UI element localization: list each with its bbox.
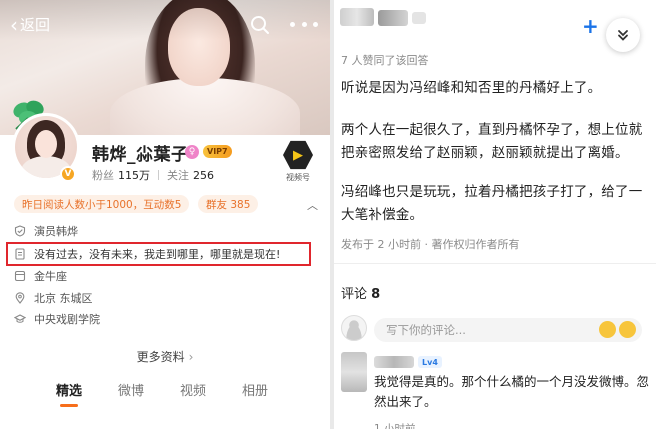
verified-badge-icon: V: [60, 166, 76, 182]
info-item-bio-highlighted: 没有过去，没有未来，我走到哪里，哪里就是现在!: [6, 241, 311, 266]
tab-album[interactable]: 相册: [224, 380, 286, 410]
location-pin-icon: [15, 292, 25, 304]
profile-tags-row: 昨日阅读人数小于1000，互动数5 群友 385 ︿: [14, 195, 319, 213]
comment-text: 我觉得是真的。那个什么橘的一个月没发微博。忽然出来了。: [374, 374, 650, 409]
redacted-commenter-name: [374, 356, 414, 368]
follow-label: 关注: [167, 169, 189, 182]
video-channel-label: 视频号: [286, 173, 310, 182]
answer-paragraph: 听说是因为冯绍峰和知否里的丹橘好上了。: [341, 80, 602, 96]
chevron-double-down-icon: [618, 30, 628, 41]
info-item-identity: 演员韩烨: [14, 220, 319, 242]
stats-divider: [158, 170, 159, 180]
redacted-avatar: [340, 8, 374, 26]
chevron-up-icon[interactable]: ︿: [307, 197, 318, 213]
redacted-username: [412, 12, 426, 24]
comments-count: 8: [371, 287, 381, 302]
user-level-badge: Lv4: [418, 356, 442, 368]
publish-info: 发布于 2 小时前 · 著作权归作者所有: [341, 238, 520, 251]
reader-notice-tag[interactable]: 昨日阅读人数小于1000，互动数5: [14, 195, 190, 213]
info-item-education: 中央戏剧学院: [14, 309, 319, 331]
info-item-text: 中央戏剧学院: [34, 313, 100, 327]
education-cap-icon: [14, 314, 26, 324]
info-item-constellation: 金牛座: [14, 266, 319, 288]
video-channel-icon: ▶: [283, 140, 313, 170]
chevron-left-icon: ‹: [10, 12, 18, 37]
vip-badge[interactable]: VIP7: [203, 145, 232, 158]
tab-featured[interactable]: 精选: [38, 380, 100, 410]
answer-panel: + 7 人赞同了该回答 听说是因为冯绍峰和知否里的丹橘好上了。 两个人在一起很久…: [334, 0, 656, 429]
comments-header: 评论 8: [341, 283, 380, 302]
info-item-text: 北京 东城区: [34, 291, 93, 305]
profile-panel: ‹ 返回 V 韩烨_尛葉子 ♀ VIP7 粉丝 115万 关注 256 ▶ 视频…: [0, 0, 330, 429]
more-options-icon[interactable]: [290, 22, 318, 30]
bio-document-icon: [15, 247, 25, 260]
collapse-button[interactable]: [606, 18, 640, 52]
profile-stats: 粉丝 115万 关注 256: [92, 167, 214, 183]
fan-group-tag[interactable]: 群友 385: [198, 195, 259, 213]
fans-label: 粉丝: [92, 169, 114, 182]
answer-paragraph: 两个人在一起很久了，直到丹橘怀孕了，想上位就把亲密照发给了赵丽颖，赵丽颖就提出了…: [341, 122, 643, 161]
comment-timestamp: 1 小时前: [374, 423, 416, 429]
answer-paragraph: 冯绍峰也只是玩玩，拉着丹橘把孩子打了，给了一大笔补偿金。: [341, 184, 643, 223]
back-button[interactable]: ‹ 返回: [10, 14, 50, 35]
info-item-text: 没有过去，没有未来，我走到哪里，哪里就是现在!: [34, 247, 281, 261]
profile-name: 韩烨_尛葉子: [92, 145, 189, 165]
follow-count[interactable]: 256: [193, 169, 214, 182]
more-info-label: 更多资料: [136, 350, 185, 364]
profile-top-bar: ‹ 返回: [0, 14, 330, 38]
fans-count[interactable]: 115万: [118, 167, 150, 183]
section-divider: [334, 263, 656, 264]
search-icon[interactable]: [249, 14, 271, 36]
info-item-text: 演员韩烨: [34, 224, 78, 238]
profile-tabs: 精选 微博 视频 相册: [0, 380, 330, 410]
video-channel-button[interactable]: ▶ 视频号: [281, 140, 315, 186]
constellation-icon: [14, 271, 26, 282]
likes-count: 7 人赞同了该回答: [341, 54, 429, 67]
tab-weibo[interactable]: 微博: [100, 380, 162, 410]
comment-input-placeholder: 写下你的评论...: [386, 323, 466, 337]
verified-shield-icon: [14, 225, 26, 237]
emoji-icon[interactable]: [599, 321, 616, 338]
profile-info-list: 演员韩烨 没有过去，没有未来，我走到哪里，哪里就是现在! 金牛座 北京 东城区: [6, 220, 319, 331]
emoji-smile-icon[interactable]: [619, 321, 636, 338]
info-item-location: 北京 东城区: [14, 287, 319, 309]
redacted-username: [378, 10, 408, 26]
comments-label: 评论: [341, 287, 368, 302]
female-gender-icon: ♀: [185, 145, 199, 159]
comment-input[interactable]: 写下你的评论...: [374, 318, 642, 342]
back-label: 返回: [20, 16, 51, 34]
chevron-right-icon: ›: [188, 350, 194, 364]
redacted-commenter-avatar: [341, 352, 367, 392]
more-info-link[interactable]: 更多资料 ›: [0, 348, 330, 365]
tab-video[interactable]: 视频: [162, 380, 224, 410]
info-item-text: 金牛座: [34, 270, 67, 284]
current-user-avatar: [341, 315, 367, 341]
